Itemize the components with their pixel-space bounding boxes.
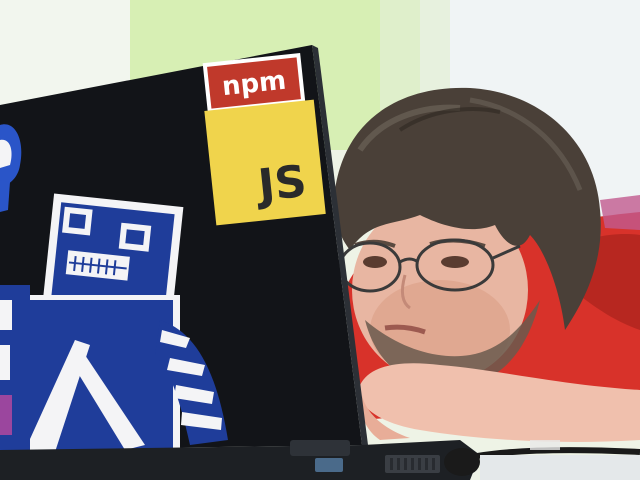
vga-port [315, 458, 343, 472]
js-sticker: JS [204, 99, 326, 226]
table-surface [480, 455, 640, 480]
js-logo-text: JS [253, 156, 309, 212]
right-eye [441, 256, 469, 268]
cable-plug [444, 448, 480, 476]
photo-scene: npm JS [0, 0, 640, 480]
left-eye [363, 256, 387, 268]
